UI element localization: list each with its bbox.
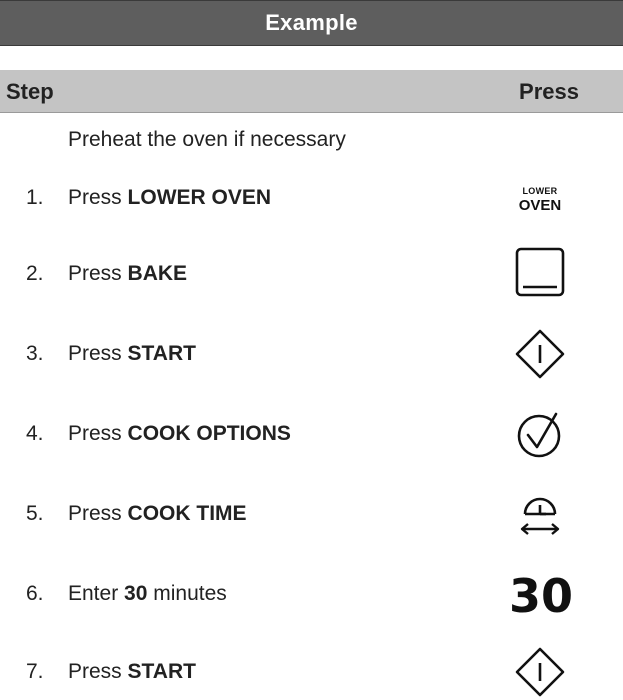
cook-options-icon bbox=[517, 412, 561, 458]
step-keyword: START bbox=[127, 660, 196, 683]
step-number: 1. bbox=[26, 186, 44, 209]
preheat-text: Preheat the oven if necessary bbox=[68, 128, 346, 151]
step-number: 5. bbox=[26, 502, 44, 525]
start-key[interactable] bbox=[510, 326, 570, 382]
step-instruction: Press START bbox=[68, 660, 196, 683]
cook-time-key[interactable] bbox=[510, 486, 570, 542]
step-keyword: COOK OPTIONS bbox=[127, 422, 291, 445]
step-number: 3. bbox=[26, 342, 44, 365]
step-instruction: Press COOK TIME bbox=[68, 502, 247, 525]
start-key[interactable] bbox=[510, 644, 570, 700]
step-instruction: Press BAKE bbox=[68, 262, 188, 285]
lower-oven-key[interactable]: LOWER OVEN bbox=[510, 172, 570, 228]
table-header-bar: Example bbox=[0, 0, 623, 46]
bake-key[interactable] bbox=[510, 244, 570, 300]
column-header-bar: Step Press bbox=[0, 70, 623, 113]
step-number: 7. bbox=[26, 660, 44, 683]
step-keyword: LOWER OVEN bbox=[127, 186, 272, 209]
bake-icon bbox=[515, 247, 565, 297]
step-instruction: Press START bbox=[68, 342, 196, 365]
step-column-header: Step bbox=[6, 79, 54, 104]
lower-oven-label: LOWER OVEN bbox=[518, 186, 562, 214]
start-icon bbox=[515, 329, 565, 379]
step-number: 4. bbox=[26, 422, 44, 445]
number-entry-key[interactable]: 30 bbox=[505, 568, 577, 624]
start-icon bbox=[515, 647, 565, 697]
table-title: Example bbox=[265, 10, 358, 35]
step-instruction: Press COOK OPTIONS bbox=[68, 422, 291, 445]
step-keyword: COOK TIME bbox=[127, 502, 247, 525]
cook-options-key[interactable] bbox=[510, 406, 570, 462]
step-instruction: Enter 30 minutes bbox=[68, 582, 227, 605]
step-number: 2. bbox=[26, 262, 44, 285]
step-number: 6. bbox=[26, 582, 44, 605]
preheat-row: Preheat the oven if necessary bbox=[0, 128, 623, 168]
step-keyword: 30 bbox=[124, 582, 148, 605]
step-keyword: BAKE bbox=[127, 262, 188, 285]
step-instruction: Press LOWER OVEN bbox=[68, 186, 272, 209]
number-display: 30 bbox=[508, 569, 573, 623]
press-column-header: Press bbox=[519, 79, 579, 104]
step-keyword: START bbox=[127, 342, 196, 365]
cook-time-icon bbox=[520, 497, 560, 535]
